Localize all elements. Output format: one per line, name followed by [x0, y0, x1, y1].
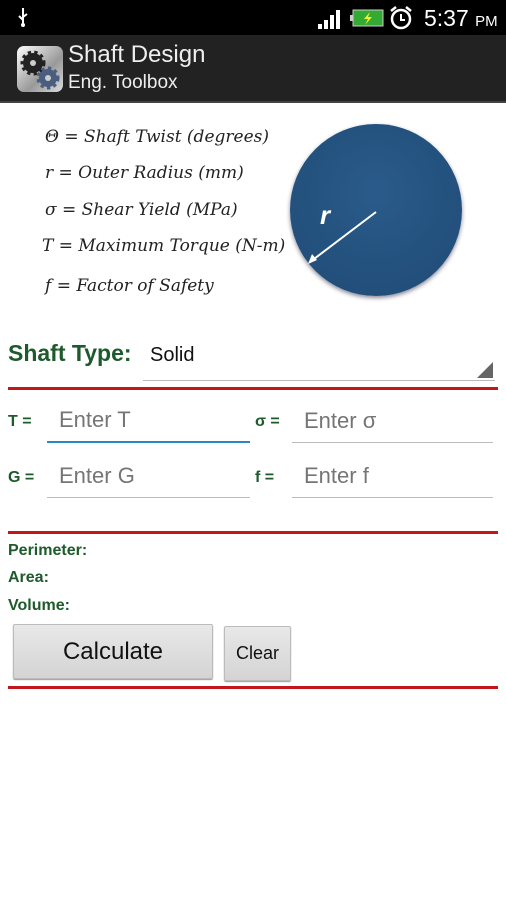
divider: [8, 686, 498, 689]
time: 5:37: [424, 5, 469, 31]
gears-icon[interactable]: [17, 46, 63, 92]
shaft-cross-section-diagram: r: [290, 124, 462, 296]
g-label: G =: [8, 469, 35, 486]
legend-sigma: σ = Shear Yield (MPa): [45, 200, 238, 220]
alarm-icon: [390, 6, 412, 30]
calculate-button[interactable]: Calculate: [13, 624, 213, 679]
legend-theta: Θ = Shaft Twist (degrees): [45, 127, 269, 147]
app-subtitle: Eng. Toolbox: [68, 72, 178, 93]
sigma-label: σ =: [255, 413, 280, 430]
shaft-type-dropdown[interactable]: Solid: [143, 334, 495, 381]
legend-radius: r = Outer Radius (mm): [45, 163, 244, 183]
usb-icon: [18, 8, 28, 27]
divider: [8, 531, 498, 534]
clear-button[interactable]: Clear: [224, 626, 291, 681]
dropdown-triangle-icon: [477, 362, 493, 378]
sigma-input[interactable]: [292, 399, 493, 443]
ampm: PM: [475, 13, 498, 30]
perimeter-result: Perimeter:: [8, 542, 88, 559]
shaft-type-label: Shaft Type:: [8, 340, 132, 366]
t-label: T =: [8, 413, 32, 430]
status-bar: 5:37 PM: [0, 0, 506, 35]
radius-arrow-icon: [308, 211, 377, 264]
action-bar: Shaft Design Eng. Toolbox: [0, 35, 506, 103]
torque-input[interactable]: [47, 399, 250, 443]
legend-torque: T = Maximum Torque (N-m): [42, 236, 286, 256]
radius-label: r: [320, 200, 331, 230]
area-result: Area:: [8, 569, 49, 586]
f-input[interactable]: [292, 454, 493, 498]
legend-safety: f = Factor of Safety: [45, 276, 214, 296]
g-input[interactable]: [47, 454, 250, 498]
app-title: Shaft Design: [68, 41, 206, 68]
volume-result: Volume:: [8, 597, 70, 614]
f-label: f =: [255, 469, 275, 486]
shaft-type-value: Solid: [150, 344, 195, 366]
signal-icon: [318, 10, 340, 29]
divider: [8, 387, 498, 390]
clock: 5:37 PM: [424, 5, 498, 32]
battery-charging-icon: [350, 9, 384, 27]
